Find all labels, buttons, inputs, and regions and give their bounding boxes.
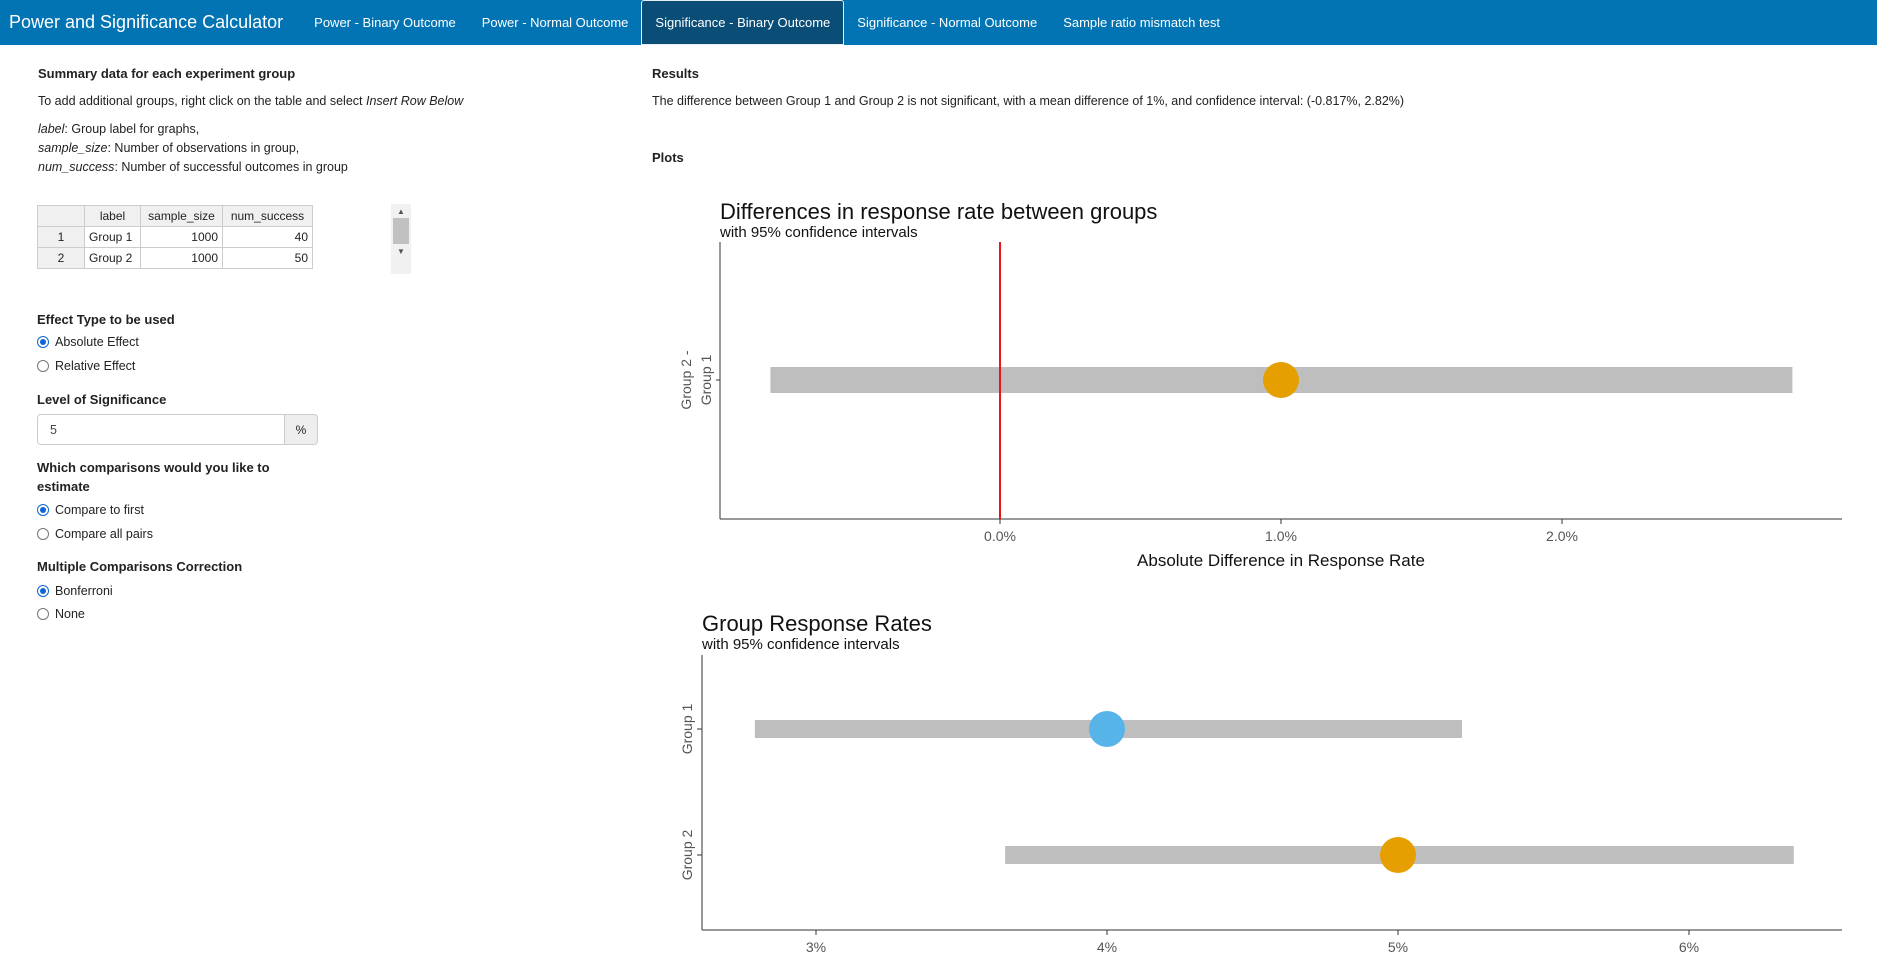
chart-title: Group Response Rates (702, 611, 932, 636)
x-tick-label: 2.0% (1546, 528, 1578, 544)
chart-subtitle: with 95% confidence intervals (719, 224, 918, 241)
y-category-label-line2: Group 1 (698, 354, 714, 405)
x-tick-label: 5% (1388, 939, 1408, 955)
x-tick-label: 6% (1679, 939, 1699, 955)
chart-subtitle: with 95% confidence intervals (701, 636, 900, 653)
x-tick-label: 4% (1097, 939, 1117, 955)
x-tick-label: 3% (806, 939, 826, 955)
estimate-point (1380, 837, 1416, 873)
y-category-label: Group 2 (679, 829, 695, 880)
plots-svg: Differences in response rate between gro… (678, 199, 1842, 955)
estimate-point (1263, 362, 1299, 398)
x-tick-label: 0.0% (984, 528, 1016, 544)
estimate-point (1089, 711, 1125, 747)
chart-title: Differences in response rate between gro… (720, 199, 1157, 224)
x-axis-label: Absolute Difference in Response Rate (1137, 551, 1425, 570)
y-category-label-line1: Group 2 - (678, 350, 694, 409)
group-rates-plot: Group Response Rateswith 95% confidence … (679, 611, 1842, 955)
y-category-label: Group 1 (679, 703, 695, 754)
x-tick-label: 1.0% (1265, 528, 1297, 544)
difference-plot: Differences in response rate between gro… (678, 199, 1842, 570)
